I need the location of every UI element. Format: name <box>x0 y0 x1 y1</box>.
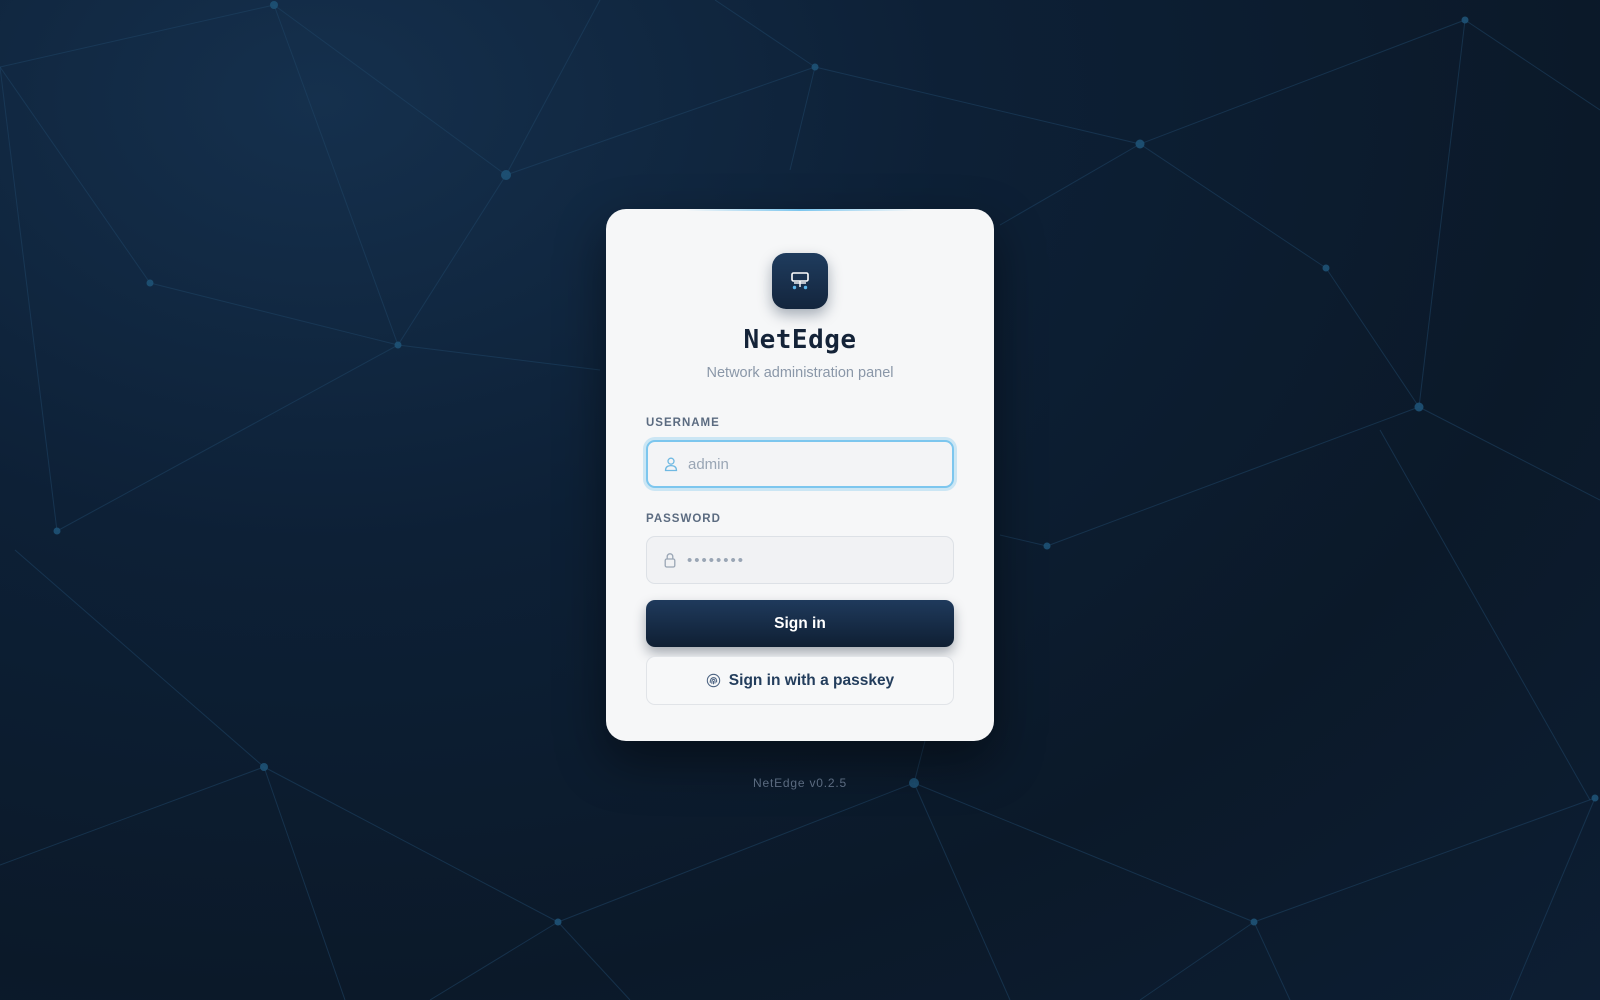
password-field[interactable] <box>646 536 954 584</box>
brand-subtitle: Network administration panel <box>706 365 894 381</box>
username-label: USERNAME <box>646 417 720 429</box>
sign-in-button[interactable]: Sign in <box>646 600 954 647</box>
user-icon <box>662 455 680 473</box>
version-label: NetEdge v0.2.5 <box>753 776 847 790</box>
username-field[interactable] <box>646 440 954 488</box>
passkey-sign-in-button[interactable]: Sign in with a passkey <box>646 656 954 705</box>
brand-title: NetEdge <box>743 325 857 355</box>
lock-icon <box>661 551 679 569</box>
card-accent-line <box>686 209 914 211</box>
password-input[interactable] <box>687 537 943 583</box>
passkey-button-label: Sign in with a passkey <box>728 671 895 689</box>
fingerprint-icon <box>706 673 721 688</box>
network-server-icon <box>772 253 828 309</box>
login-card: NetEdge Network administration panel USE… <box>606 209 994 741</box>
username-input[interactable] <box>688 442 944 486</box>
password-label: PASSWORD <box>646 513 721 525</box>
